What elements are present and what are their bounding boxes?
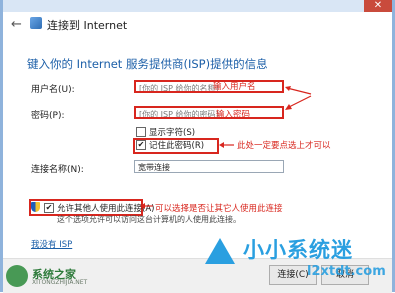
watermark-right-logo-icon — [205, 238, 235, 264]
allow-others-annotation: 可以选择是否让其它人使用此连接 — [155, 204, 283, 214]
page-title: 键入你的 Internet 服务提供商(ISP)提供的信息 — [27, 57, 268, 71]
password-label: 密码(P): — [31, 111, 65, 121]
back-arrow-icon[interactable]: ← — [11, 17, 22, 32]
watermark-right-url: l2xtdt.com — [307, 264, 386, 279]
no-isp-link[interactable]: 我没有 ISP — [31, 238, 72, 250]
remember-annotation: 此处一定要点选上才可以 — [237, 141, 331, 151]
show-chars-label: 显示字符(S) — [149, 128, 196, 138]
watermark-left-sub: XITONGZHIJIA.NET — [32, 279, 88, 286]
watermark-right: 小小系统迷 l2xtdt.com — [205, 232, 395, 292]
allow-others-arrow-icon — [140, 203, 153, 209]
password-input[interactable]: [你的 ISP 给你的密码] — [134, 106, 284, 119]
dialog-content: 键入你的 Internet 服务提供商(ISP)提供的信息 用户名(U): [你… — [3, 38, 392, 258]
password-placeholder: [你的 ISP 给你的密码] — [139, 110, 219, 119]
window-header: ← 连接到 Internet — [3, 12, 392, 38]
watermark-left: 系统之家 XITONGZHIJIA.NET — [6, 265, 116, 289]
password-annotation: 输入密码 — [216, 110, 251, 120]
username-annotation: 输入用户名 — [213, 82, 256, 92]
shield-icon — [31, 202, 40, 212]
network-icon — [30, 17, 42, 29]
watermark-left-logo-icon — [6, 265, 28, 287]
watermark-right-text: 小小系统迷 — [243, 238, 353, 262]
remember-arrow-icon — [219, 142, 234, 148]
allow-others-checkbox[interactable]: ✔ — [44, 203, 54, 213]
connection-name-input[interactable]: 宽带连接 — [134, 160, 284, 173]
username-input[interactable]: [你的 ISP 给你的名称] — [134, 80, 284, 93]
username-placeholder: [你的 ISP 给你的名称] — [139, 84, 219, 93]
connection-name-label: 连接名称(N): — [31, 165, 84, 175]
window-frame-top — [0, 0, 395, 12]
allow-others-note: 这个选项允许可以访问这台计算机的人使用此连接。 — [57, 215, 241, 224]
show-chars-checkbox[interactable] — [136, 127, 146, 137]
connection-name-value: 宽带连接 — [138, 163, 170, 172]
remember-password-checkbox[interactable]: ✔ — [136, 140, 146, 150]
username-label: 用户名(U): — [31, 85, 75, 95]
remember-password-label: 记住此密码(R) — [149, 141, 205, 151]
password-arrow-icon — [285, 95, 312, 110]
close-button[interactable]: ✕ — [364, 0, 392, 12]
window-title: 连接到 Internet — [47, 19, 128, 32]
